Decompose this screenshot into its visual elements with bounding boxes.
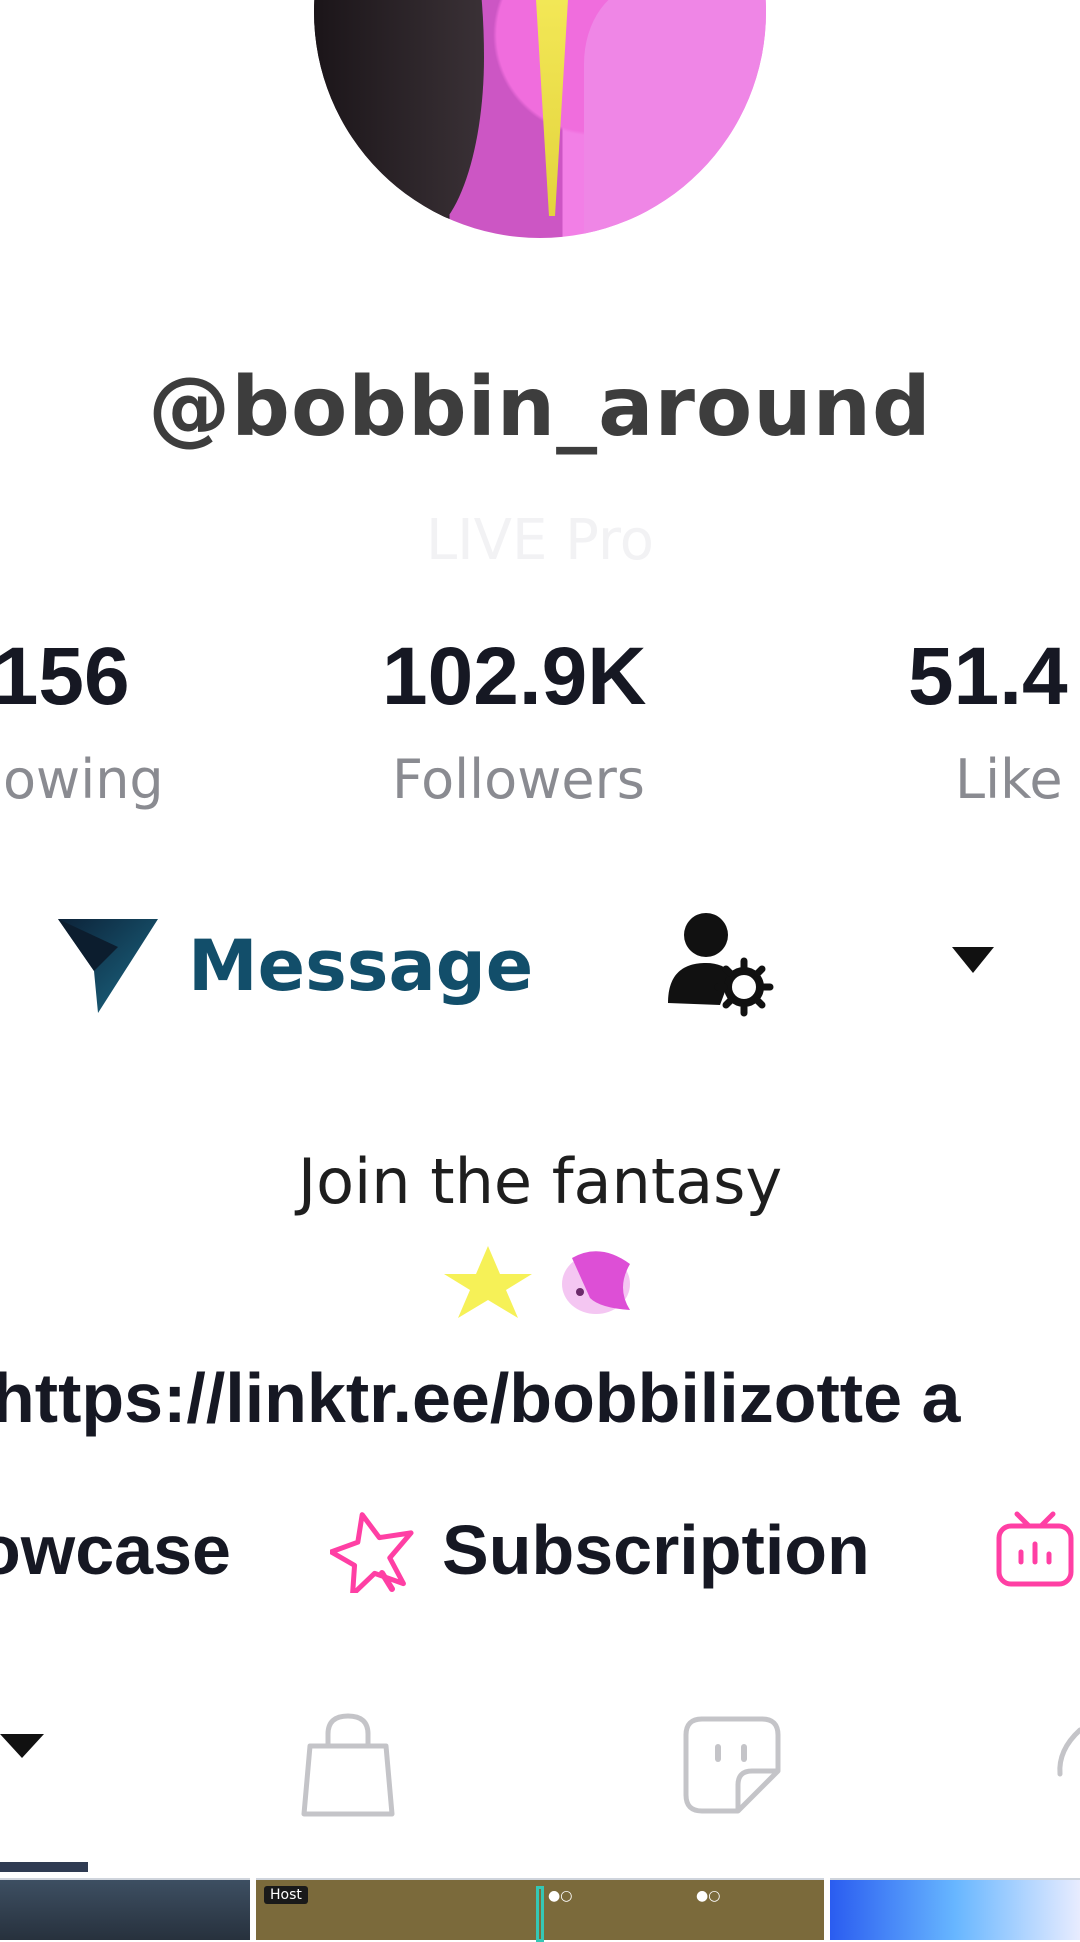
tab-videos[interactable] <box>0 1728 48 1768</box>
unicorn-emoji-icon <box>562 1251 630 1314</box>
following-label[interactable]: lowing <box>0 748 164 811</box>
bio-text: Join the fantasy <box>297 1145 783 1218</box>
followers-count[interactable]: 102.9K <box>382 630 646 724</box>
pink-star-icon <box>330 1512 414 1593</box>
live-badge: LIVE Pro <box>425 508 655 573</box>
profile-avatar[interactable] <box>314 0 766 238</box>
more-dropdown-button[interactable] <box>948 935 998 985</box>
tab-more[interactable] <box>1050 1720 1080 1780</box>
shopping-bag-icon <box>301 1713 395 1817</box>
active-tab-indicator <box>0 1862 88 1872</box>
bio-emoji-row <box>0 1238 1080 1318</box>
avatar-hair <box>314 0 484 238</box>
avatar-shirt <box>584 0 766 238</box>
message-button[interactable]: Message <box>56 910 533 1022</box>
message-label: Message <box>188 925 534 1007</box>
subscription-chip[interactable]: Subscription <box>330 1505 870 1595</box>
video-thumbnail[interactable]: Host ●○ ●○ <box>256 1878 824 1942</box>
caret-down-icon <box>0 1734 44 1758</box>
likes-label[interactable]: Like <box>955 748 1063 811</box>
thumbnail-indicator: ●○ <box>696 1888 721 1904</box>
sticker-icon <box>683 1716 781 1814</box>
thumbnail-indicator: ●○ <box>548 1888 573 1904</box>
host-label: Host <box>264 1886 308 1904</box>
star-emoji-icon <box>444 1246 532 1318</box>
bio-link[interactable]: https://linktr.ee/bobbilizotte a <box>0 1358 960 1438</box>
followers-label[interactable]: Followers <box>392 748 645 811</box>
partial-tab-icon <box>1057 1727 1080 1777</box>
thumbnail-divider <box>536 1886 544 1942</box>
friend-settings-button[interactable] <box>660 905 780 1025</box>
subscription-label: Subscription <box>442 1511 870 1589</box>
paper-plane-icon <box>58 919 158 1013</box>
likes-count[interactable]: 51.4 <box>908 630 1068 724</box>
live-chip[interactable] <box>995 1510 1075 1590</box>
tab-shop[interactable] <box>298 1710 398 1820</box>
showcase-chip[interactable]: owcase <box>0 1510 231 1590</box>
video-thumbnail[interactable] <box>0 1878 250 1940</box>
tv-chart-icon <box>996 1511 1074 1587</box>
person-gear-icon <box>668 913 774 1017</box>
tab-stickers[interactable] <box>682 1715 782 1815</box>
following-count[interactable]: ,156 <box>0 630 130 724</box>
profile-username: @bobbin_around <box>148 360 932 455</box>
caret-down-icon <box>952 947 994 973</box>
video-thumbnail[interactable] <box>830 1878 1080 1940</box>
avatar-neck <box>534 0 570 216</box>
